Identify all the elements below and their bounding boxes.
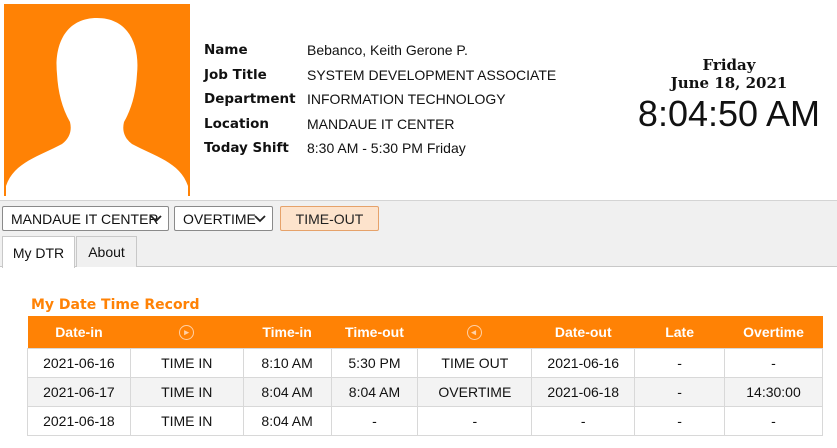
info-row-department: Department INFORMATION TECHNOLOGY <box>204 87 556 112</box>
column-header-in-type: ▸ <box>130 316 244 348</box>
info-value: 8:30 AM - 5:30 PM Friday <box>307 140 466 157</box>
entry-type-select-value: OVERTIME <box>183 210 256 227</box>
table-row: 2021-06-18 TIME IN 8:04 AM - - - - - <box>27 405 823 436</box>
tab-about[interactable]: About <box>76 236 137 267</box>
cell-overtime: - <box>724 405 823 436</box>
info-row-job-title: Job Title SYSTEM DEVELOPMENT ASSOCIATE <box>204 63 556 88</box>
info-value: MANDAUE IT CENTER <box>307 115 455 132</box>
info-value: SYSTEM DEVELOPMENT ASSOCIATE <box>307 66 557 83</box>
cell-overtime: 14:30:00 <box>724 376 823 407</box>
column-header-time-out[interactable]: Time-out <box>331 316 418 348</box>
arrow-right-circle-icon: ▸ <box>179 325 195 341</box>
cell-date-out: - <box>531 405 636 436</box>
cell-late: - <box>634 347 726 378</box>
chevron-down-icon <box>254 215 266 223</box>
cell-in-type: TIME IN <box>129 405 244 436</box>
section-title: My Date Time Record <box>31 297 200 313</box>
avatar <box>4 4 190 196</box>
entry-type-select[interactable]: OVERTIME <box>174 206 273 231</box>
cell-date-out: 2021-06-16 <box>531 347 636 378</box>
dtr-table: Date-in ▸ Time-in Time-out ◂ Date-out La… <box>27 316 823 436</box>
cell-out-type: TIME OUT <box>417 347 533 378</box>
clock-time: 8:04:50 AM <box>637 93 821 134</box>
info-row-name: Name Bebanco, Keith Gerone P. <box>204 38 556 63</box>
column-header-overtime[interactable]: Overtime <box>724 316 823 348</box>
info-label: Name <box>204 42 248 59</box>
column-header-out-type: ◂ <box>417 316 532 348</box>
cell-date-out: 2021-06-18 <box>531 376 636 407</box>
clock: Friday June 18, 2021 8:04:50 AM <box>620 56 837 134</box>
cell-time-out: 5:30 PM <box>330 347 419 378</box>
dtr-panel: My Date Time Record Date-in ▸ Time-in Ti… <box>0 268 837 448</box>
cell-out-type: OVERTIME <box>417 376 533 407</box>
toolbar: MANDAUE IT CENTER OVERTIME TIME-OUT <box>0 200 837 236</box>
cell-in-type: TIME IN <box>129 347 244 378</box>
cell-late: - <box>634 405 726 436</box>
cell-overtime: - <box>724 347 823 378</box>
table-header-row: Date-in ▸ Time-in Time-out ◂ Date-out La… <box>27 316 823 348</box>
person-silhouette-icon <box>6 18 188 196</box>
profile-panel: Name Bebanco, Keith Gerone P. Job Title … <box>0 0 837 200</box>
info-label: Job Title <box>204 66 267 83</box>
info-row-today-shift: Today Shift 8:30 AM - 5:30 PM Friday <box>204 136 556 161</box>
cell-time-in: 8:04 AM <box>242 405 332 436</box>
cell-in-type: TIME IN <box>129 376 244 407</box>
cell-time-in: 8:10 AM <box>242 347 332 378</box>
cell-out-type: - <box>417 405 533 436</box>
column-header-time-in[interactable]: Time-in <box>243 316 332 348</box>
tab-bar: My DTR About <box>0 236 837 268</box>
clock-date: June 18, 2021 <box>670 74 788 92</box>
table-row: 2021-06-16 TIME IN 8:10 AM 5:30 PM TIME … <box>27 347 823 378</box>
cell-late: - <box>634 376 726 407</box>
employee-info: Name Bebanco, Keith Gerone P. Job Title … <box>204 38 556 161</box>
column-header-date-in[interactable]: Date-in <box>27 316 131 348</box>
location-select[interactable]: MANDAUE IT CENTER <box>2 206 169 231</box>
arrow-left-circle-icon: ◂ <box>467 325 483 341</box>
cell-date-in: 2021-06-18 <box>27 405 131 436</box>
table-row: 2021-06-17 TIME IN 8:04 AM 8:04 AM OVERT… <box>27 376 823 407</box>
cell-date-in: 2021-06-16 <box>27 347 131 378</box>
location-select-value: MANDAUE IT CENTER <box>11 210 159 227</box>
tab-my-dtr[interactable]: My DTR <box>2 236 75 268</box>
cell-time-in: 8:04 AM <box>242 376 332 407</box>
cell-date-in: 2021-06-17 <box>27 376 131 407</box>
cell-time-out: 8:04 AM <box>330 376 419 407</box>
column-header-date-out[interactable]: Date-out <box>531 316 635 348</box>
column-header-late[interactable]: Late <box>634 316 725 348</box>
time-out-button[interactable]: TIME-OUT <box>280 206 379 231</box>
info-label: Department <box>204 91 296 108</box>
clock-day: Friday <box>702 56 756 74</box>
info-label: Today Shift <box>204 140 289 157</box>
chevron-down-icon <box>150 215 162 223</box>
cell-time-out: - <box>330 405 419 436</box>
info-value: INFORMATION TECHNOLOGY <box>307 91 506 108</box>
info-label: Location <box>204 115 269 132</box>
info-row-location: Location MANDAUE IT CENTER <box>204 112 556 137</box>
info-value: Bebanco, Keith Gerone P. <box>307 42 468 59</box>
